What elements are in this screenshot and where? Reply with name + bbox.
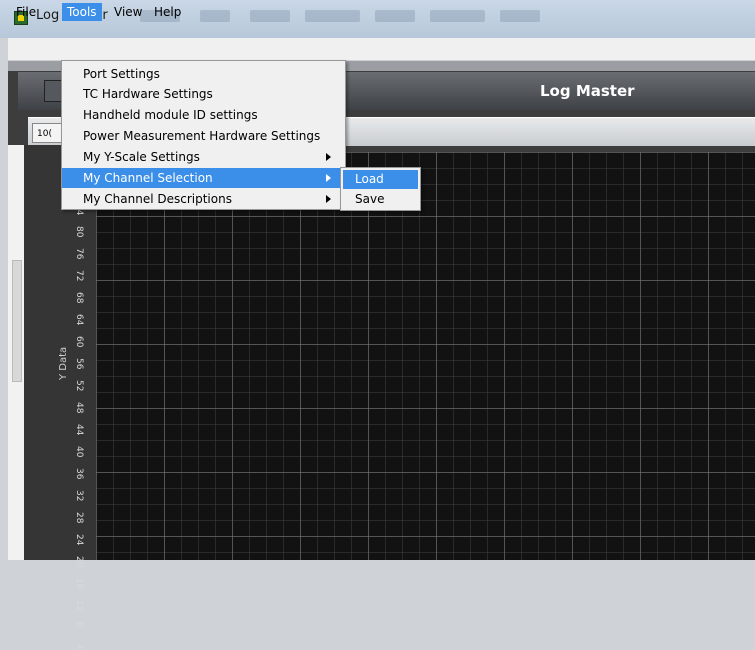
blurred-menu-item (375, 10, 415, 22)
menu-view[interactable]: View (109, 3, 147, 21)
menu-item-port-settings[interactable]: Port Settings (62, 64, 345, 84)
menu-item-channel-descriptions[interactable]: My Channel Descriptions (62, 189, 345, 209)
y-tick-label: 72 (74, 270, 84, 282)
menu-file[interactable]: File (11, 3, 41, 21)
y-tick-label: 32 (74, 490, 84, 502)
blurred-menu-item (305, 10, 360, 22)
y-tick-label: 80 (74, 226, 84, 238)
y-tick-label: 20 (74, 556, 84, 568)
y-tick-label: 64 (74, 314, 84, 326)
menu-item-label: Power Measurement Hardware Settings (83, 129, 321, 143)
menu-help[interactable]: Help (149, 3, 186, 21)
blurred-menu-item (200, 10, 230, 22)
plot-area[interactable] (96, 152, 755, 560)
menu-item-label: TC Hardware Settings (83, 87, 213, 101)
blurred-menu-item (500, 10, 540, 22)
y-tick-label: 68 (74, 292, 84, 304)
y-tick-label: 60 (74, 336, 84, 348)
menu-item-channel-selection[interactable]: My Channel Selection (62, 168, 345, 188)
y-tick-label: 48 (74, 402, 84, 414)
y-axis-label: Y Data (58, 346, 69, 380)
menu-item-label: Handheld module ID settings (83, 108, 258, 122)
menu-item-y-scale-settings[interactable]: My Y-Scale Settings (62, 147, 345, 167)
menu-item-label: My Channel Descriptions (83, 192, 232, 206)
menu-item-label: Port Settings (83, 67, 160, 81)
y-tick-label: 24 (74, 534, 84, 546)
y-tick-label: 76 (74, 248, 84, 260)
submenu-arrow-icon (326, 153, 331, 161)
y-tick-label: 56 (74, 358, 84, 370)
app-header-title: Log Master (540, 82, 635, 100)
y-tick-label: 4 (74, 644, 84, 650)
y-tick-label: 8 (74, 622, 84, 628)
submenu-arrow-icon (326, 195, 331, 203)
menu-tools[interactable]: Tools (62, 3, 102, 21)
menu-item-label: My Y-Scale Settings (83, 150, 200, 164)
y-tick-label: 44 (74, 424, 84, 436)
blurred-menu-item (250, 10, 290, 22)
y-tick-label: 12 (74, 600, 84, 612)
y-tick-label: 40 (74, 446, 84, 458)
submenu-item-save[interactable]: Save (343, 190, 418, 209)
y-tick-label: 16 (74, 578, 84, 590)
menu-item-tc-hardware-settings[interactable]: TC Hardware Settings (62, 84, 345, 104)
menu-item-handheld-module-id-settings[interactable]: Handheld module ID settings (62, 105, 345, 125)
blurred-menu-item (430, 10, 485, 22)
y-tick-label: 28 (74, 512, 84, 524)
scrollbar-thumb[interactable] (12, 260, 22, 382)
y-tick-label: 52 (74, 380, 84, 392)
y-tick-label: 36 (74, 468, 84, 480)
submenu-item-load[interactable]: Load (343, 170, 418, 189)
channel-selection-submenu: Load Save (340, 167, 421, 211)
menu-item-power-measurement-hardware-settings[interactable]: Power Measurement Hardware Settings (62, 126, 345, 146)
tools-dropdown-menu: Port Settings TC Hardware Settings Handh… (61, 60, 346, 210)
submenu-arrow-icon (326, 174, 331, 182)
menu-item-label: My Channel Selection (83, 171, 213, 185)
menu-bar (8, 38, 755, 61)
